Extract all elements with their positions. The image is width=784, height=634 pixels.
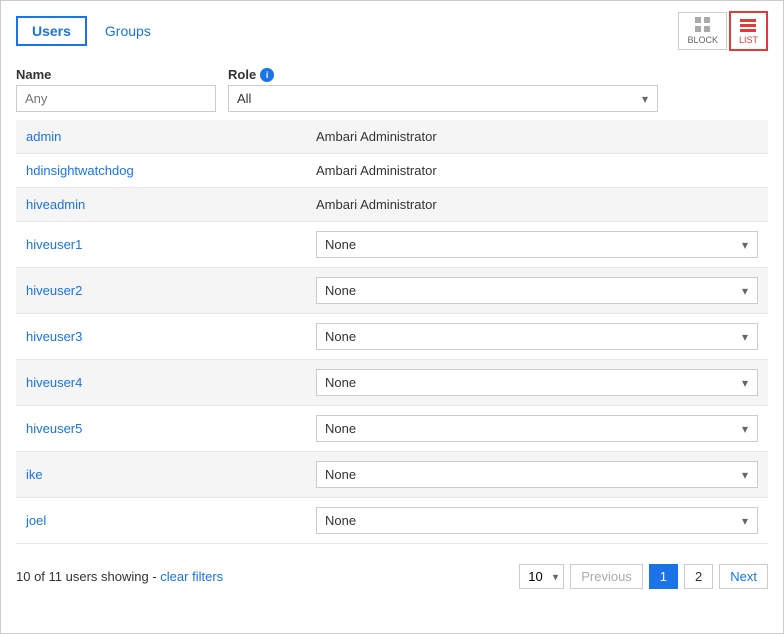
block-view-button[interactable]: BLOCK: [678, 12, 727, 50]
table-row: hdinsightwatchdog Ambari Administrator: [16, 154, 768, 188]
table-row: hiveuser5 NoneAmbari Administrator: [16, 406, 768, 452]
list-label: LIST: [739, 35, 758, 45]
pagination-bar: 10 of 11 users showing - clear filters 5…: [16, 556, 768, 593]
page-1-button[interactable]: 1: [649, 564, 678, 589]
role-select-wrapper: NoneAmbari Administrator: [316, 415, 758, 442]
role-select-wrapper: NoneAmbari Administrator: [316, 369, 758, 396]
role-filter-wrapper: All Ambari Administrator None: [228, 85, 658, 112]
role-select-wrapper: NoneAmbari Administrator: [316, 231, 758, 258]
pagination-controls: 5 10 25 50 Previous 1 2 Next: [519, 564, 768, 589]
role-select[interactable]: NoneAmbari Administrator: [316, 507, 758, 534]
block-icon: [695, 17, 711, 33]
table-row: hiveuser2 NoneAmbari Administrator: [16, 268, 768, 314]
page-2-button[interactable]: 2: [684, 564, 713, 589]
role-text: Ambari Administrator: [306, 188, 768, 222]
tab-group: Users Groups: [16, 16, 159, 46]
role-filter-label: Role i: [228, 67, 658, 82]
user-link[interactable]: hiveuser2: [26, 283, 82, 298]
role-select[interactable]: NoneAmbari Administrator: [316, 231, 758, 258]
block-label: BLOCK: [687, 35, 718, 45]
role-text: Ambari Administrator: [306, 154, 768, 188]
role-select[interactable]: NoneAmbari Administrator: [316, 369, 758, 396]
user-link[interactable]: hiveuser3: [26, 329, 82, 344]
role-select[interactable]: NoneAmbari Administrator: [316, 461, 758, 488]
user-link[interactable]: hiveuser4: [26, 375, 82, 390]
role-select-wrapper: NoneAmbari Administrator: [316, 507, 758, 534]
role-info-icon[interactable]: i: [260, 68, 274, 82]
role-select-wrapper: NoneAmbari Administrator: [316, 277, 758, 304]
name-filter-label: Name: [16, 67, 216, 82]
table-row: hiveuser4 NoneAmbari Administrator: [16, 360, 768, 406]
role-select[interactable]: NoneAmbari Administrator: [316, 415, 758, 442]
user-link[interactable]: hdinsightwatchdog: [26, 163, 134, 178]
user-link[interactable]: hiveuser5: [26, 421, 82, 436]
name-filter-group: Name: [16, 67, 216, 112]
top-nav: Users Groups BLOCK LIST: [16, 11, 768, 51]
user-link[interactable]: hiveadmin: [26, 197, 85, 212]
table-row: hiveuser1 NoneAmbari Administrator: [16, 222, 768, 268]
user-link[interactable]: hiveuser1: [26, 237, 82, 252]
role-select[interactable]: NoneAmbari Administrator: [316, 277, 758, 304]
per-page-select[interactable]: 5 10 25 50: [519, 564, 564, 589]
showing-text: 10 of 11 users showing - clear filters: [16, 569, 223, 584]
next-button[interactable]: Next: [719, 564, 768, 589]
role-select-wrapper: NoneAmbari Administrator: [316, 323, 758, 350]
table-row: joel NoneAmbari Administrator: [16, 498, 768, 544]
previous-button[interactable]: Previous: [570, 564, 643, 589]
list-icon: [740, 17, 756, 33]
name-filter-input[interactable]: [16, 85, 216, 112]
user-link[interactable]: ike: [26, 467, 43, 482]
user-link[interactable]: admin: [26, 129, 61, 144]
user-link[interactable]: joel: [26, 513, 46, 528]
clear-filters-link[interactable]: clear filters: [160, 569, 223, 584]
table-row: ike NoneAmbari Administrator: [16, 452, 768, 498]
tab-groups[interactable]: Groups: [97, 18, 159, 44]
role-text: Ambari Administrator: [306, 120, 768, 154]
table-row: hiveuser3 NoneAmbari Administrator: [16, 314, 768, 360]
table-row: hiveadmin Ambari Administrator: [16, 188, 768, 222]
user-table: adminAmbari Administratorhdinsightwatchd…: [16, 120, 768, 544]
table-row: admin Ambari Administrator: [16, 120, 768, 154]
role-select[interactable]: NoneAmbari Administrator: [316, 323, 758, 350]
view-toggle: BLOCK LIST: [678, 11, 768, 51]
list-view-button[interactable]: LIST: [729, 11, 768, 51]
role-filter-group: Role i All Ambari Administrator None: [228, 67, 658, 112]
role-filter-select[interactable]: All Ambari Administrator None: [228, 85, 658, 112]
role-select-wrapper: NoneAmbari Administrator: [316, 461, 758, 488]
filters-row: Name Role i All Ambari Administrator Non…: [16, 67, 768, 112]
per-page-wrapper: 5 10 25 50: [519, 564, 564, 589]
tab-users[interactable]: Users: [16, 16, 87, 46]
